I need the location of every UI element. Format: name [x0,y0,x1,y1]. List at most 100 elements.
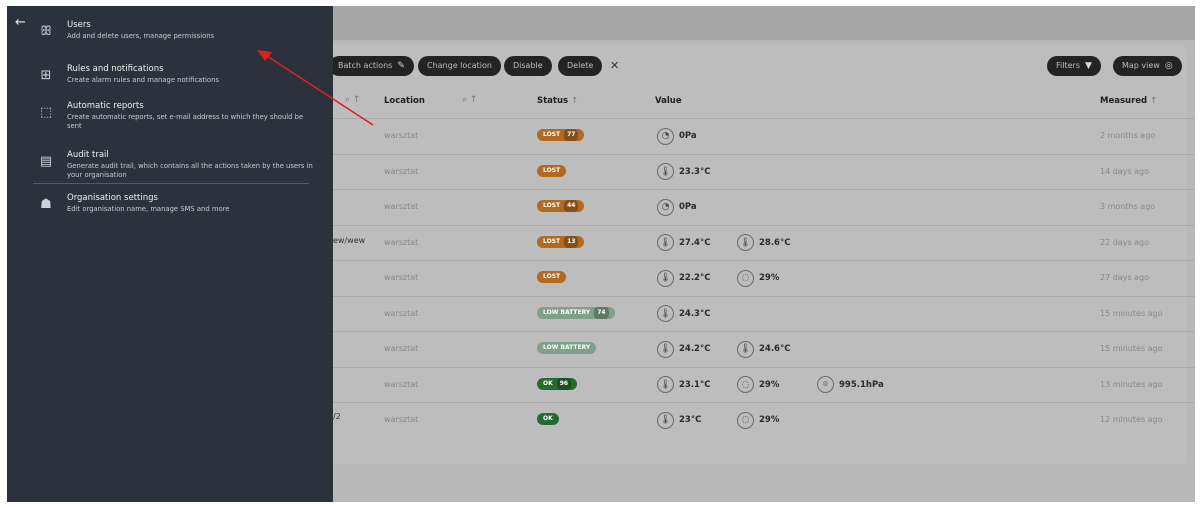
location-cell: warsztat [384,379,419,389]
menu-item-description: Create automatic reports, set e-mail add… [67,113,304,130]
sensor-value: 🌡 23°C [657,411,701,429]
menu-item-audit-trail[interactable]: ▤ Audit trail Generate audit trail, which … [7,148,333,192]
location-cell: warsztat [384,202,419,211]
report-icon: ⬚ [39,105,53,120]
thermometer-icon: 🌡 [657,234,674,251]
location-cell: warsztat [384,237,419,247]
menu-item-organisation-settings[interactable]: ☗ Organisation settings Edit organisation … [7,191,333,235]
humidity-icon: ◌ [737,411,754,429]
thermometer-icon: 🌡 [737,340,754,358]
status-badge: LOST [537,164,567,177]
status-header[interactable]: Status ↑ [537,96,578,106]
thermometer-icon: 🌡 [657,340,674,358]
measured-cell: 15 minutes ago [1100,344,1163,353]
sensor-value: 🌡 23.1°C [657,376,710,394]
menu-item-users[interactable]: ꕥ Users Add and delete users, manage permi… [7,18,333,62]
device-name-partial: /2 [333,412,341,421]
thermometer-icon: 🌡 [737,234,754,251]
measured-cell: 3 months ago [1100,202,1156,211]
map-view-label: Map view [1122,61,1160,70]
sensor-value: 🌡 28.6°C [737,234,790,252]
batch-actions-button[interactable]: Batch actions ✎ [329,56,414,76]
sensor-value: ⌾ 995.1hPa [817,376,884,394]
status-count: 13 [564,235,579,248]
organisation-icon: ☗ [40,197,52,212]
measured-cell: 13 minutes ago [1100,379,1163,389]
location-header[interactable]: Location [384,96,425,106]
status-badge: LOST 77 [537,129,585,141]
change-location-label: Change location [427,61,492,70]
sensor-value: 🌡 23.3°C [657,163,710,181]
location-cell: warsztat [384,344,419,353]
thermometer-icon: 🌡 [657,163,674,180]
delete-label: Delete [567,61,594,70]
sensor-value: ◔ 0Pa [657,127,697,145]
measured-cell: 15 minutes ago [1100,308,1163,318]
menu-item-automatic-reports[interactable]: ⬚ Automatic reports Create automatic repor… [7,99,333,143]
measured-cell: 12 minutes ago [1100,415,1163,424]
disable-button[interactable]: Disable [504,56,552,76]
filter-icon: ▼ [1084,61,1092,71]
menu-item-title: Users [67,20,91,30]
gauge-icon: ◔ [657,127,674,145]
measured-cell: 14 days ago [1100,166,1150,176]
menu-item-title: Organisation settings [67,193,158,203]
map-pin-icon: ◎ [1164,61,1173,71]
menu-item-title: Audit trail [67,150,109,160]
sensor-value: 🌡 24.3°C [657,305,710,323]
value-header: Value [655,96,682,106]
location-cell: warsztat [384,166,419,176]
location-cell: warsztat [384,308,419,318]
status-count: 44 [564,200,579,212]
measured-header[interactable]: Measured ↑ [1100,96,1157,106]
users-icon: ꕥ [39,24,53,39]
measured-cell: 2 months ago [1100,131,1156,140]
pencil-icon: ✎ [397,61,405,71]
status-badge: OK [537,413,559,425]
measured-cell: 22 days ago [1100,237,1150,247]
menu-item-description: Edit organisation name, manage SMS and m… [67,205,230,213]
thermometer-icon: 🌡 [657,269,674,287]
thermometer-icon: 🌡 [657,411,674,429]
location-cell: warsztat [384,131,419,140]
disable-label: Disable [513,61,543,70]
status-badge: LOST 44 [537,200,585,212]
filters-label: Filters [1056,61,1080,70]
location-cell: warsztat [384,415,419,424]
delete-button[interactable]: Delete [558,56,603,76]
status-count: 74 [594,306,609,319]
rules-icon: ⊞ [40,68,52,83]
status-badge: LOW BATTERY [537,342,597,354]
sort-arrow-icon: ↑ [571,96,579,106]
sensor-value: ◔ 0Pa [657,198,697,216]
change-location-button[interactable]: Change location [418,56,501,76]
location-search-icon[interactable]: ⌕ ↑ [462,95,477,105]
status-badge: LOST 13 [537,235,585,248]
status-badge: OK 96 [537,377,578,390]
map-view-button[interactable]: Map view ◎ [1113,56,1182,76]
clear-selection-icon[interactable]: ✕ [610,59,619,72]
filters-button[interactable]: Filters ▼ [1047,56,1101,76]
sensor-value: 🌡 27.4°C [657,234,710,252]
sensor-value: ◌ 29% [737,269,779,287]
batch-actions-label: Batch actions [338,61,393,70]
menu-item-title: Automatic reports [67,101,144,111]
gauge-icon: ◔ [657,198,674,216]
menu-item-description: Create alarm rules and manage notificati… [67,76,219,84]
sensor-value: 🌡 24.2°C [657,340,710,358]
humidity-icon: ◌ [737,269,754,287]
sensor-value: 🌡 22.2°C [657,269,710,287]
menu-item-title: Rules and notifications [67,64,164,74]
audit-icon: ▤ [39,154,53,169]
settings-menu: ← ꕥ Users Add and delete users, manage per… [7,6,333,502]
status-badge: LOST [537,271,567,283]
name-search-icon[interactable]: ⌕ ↑ [345,95,360,105]
sensor-value: ◌ 29% [737,376,779,394]
menu-item-description: Generate audit trail, which contains all… [67,162,313,179]
sensor-value: 🌡 24.6°C [737,340,790,358]
menu-item-description: Add and delete users, manage permissions [67,32,215,40]
thermometer-icon: 🌡 [657,376,674,393]
menu-divider [33,183,309,184]
sensor-value: ◌ 29% [737,411,779,429]
thermometer-icon: 🌡 [657,305,674,322]
